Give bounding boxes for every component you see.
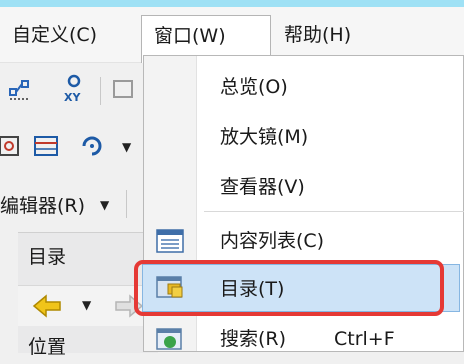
- menu-item-label: 内容列表(C): [220, 230, 325, 252]
- editor-dropdown-arrow-icon[interactable]: ▼: [100, 198, 109, 212]
- catalog-location-label: 位置: [28, 336, 67, 358]
- refresh-icon[interactable]: [80, 134, 104, 158]
- menu-item-table-of-contents[interactable]: 内容列表(C): [144, 216, 464, 266]
- back-dropdown-arrow-icon[interactable]: ▼: [82, 298, 91, 312]
- title-bar-edge: [0, 0, 464, 7]
- menu-item-viewer[interactable]: 查看器(V): [144, 162, 464, 212]
- toolbar-separator: [126, 190, 127, 218]
- menu-item-search[interactable]: 搜索(R) Ctrl+F: [144, 314, 464, 364]
- catalog-panel-title: 目录: [28, 246, 67, 268]
- dropdown-arrow-icon[interactable]: ▼: [122, 140, 131, 154]
- editor-menu[interactable]: 编辑器(R): [0, 191, 85, 218]
- network-icon[interactable]: [8, 77, 32, 101]
- menu-item-magnifier[interactable]: 放大镜(M): [144, 112, 464, 162]
- menu-item-label: 放大镜(M): [220, 126, 309, 148]
- table-icon[interactable]: [34, 134, 58, 158]
- menu-separator: [204, 211, 464, 212]
- menu-item-label: 总览(O): [220, 76, 288, 98]
- svg-text:XY: XY: [64, 91, 81, 103]
- menu-item-label: 搜索(R): [220, 328, 287, 350]
- toolbar-separator: [100, 77, 101, 105]
- back-arrow-icon[interactable]: [32, 294, 62, 318]
- menu-help[interactable]: 帮助(H): [272, 15, 363, 55]
- menu-item-shortcut: Ctrl+F: [334, 328, 395, 350]
- zoom-layout-icon[interactable]: [0, 134, 24, 158]
- search-window-icon: [156, 328, 182, 350]
- go-to-xy-icon[interactable]: XY: [60, 73, 88, 103]
- time-slider-icon[interactable]: [112, 77, 136, 101]
- annotation-highlight-box: [134, 260, 444, 316]
- menu-item-overview[interactable]: 总览(O): [144, 62, 464, 112]
- menu-customize[interactable]: 自定义(C): [0, 15, 109, 55]
- table-of-contents-icon: [156, 229, 184, 253]
- menu-item-label: 查看器(V): [220, 176, 305, 198]
